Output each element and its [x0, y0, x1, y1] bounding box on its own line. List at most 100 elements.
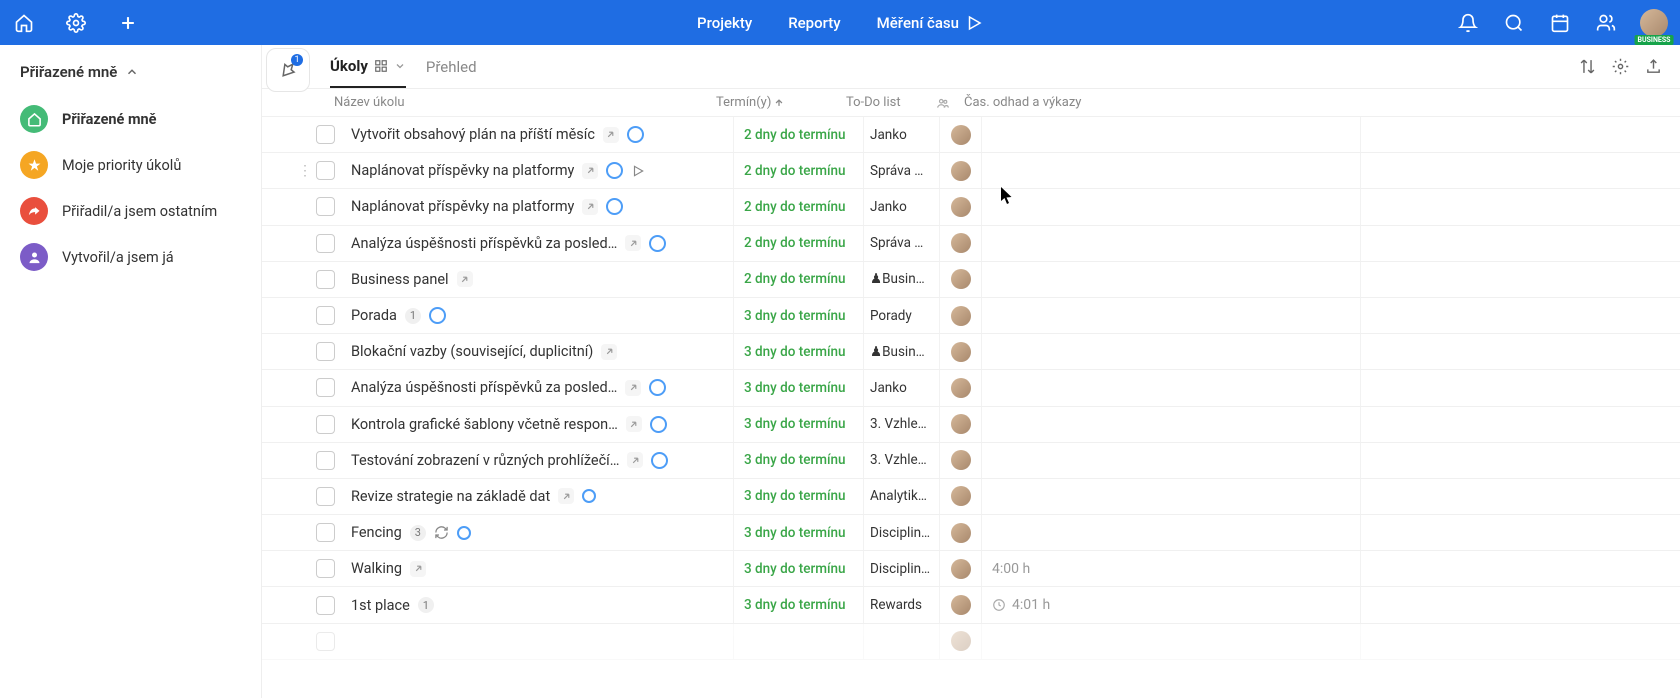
- search-icon[interactable]: [1502, 11, 1526, 35]
- task-row[interactable]: ⋮ Blokační vazby (související, duplicitn…: [262, 334, 1680, 370]
- external-link-icon[interactable]: [582, 199, 598, 215]
- task-checkbox[interactable]: [316, 378, 335, 397]
- task-row[interactable]: ⋮ Analýza úspěšnosti příspěvků za posled…: [262, 370, 1680, 406]
- task-assignee[interactable]: [939, 153, 981, 188]
- task-row[interactable]: ⋮ Fencing 3 3 dny do termínu Disciplin…: [262, 515, 1680, 551]
- external-link-icon[interactable]: [626, 416, 642, 432]
- gear-icon[interactable]: [1612, 58, 1629, 75]
- task-checkbox[interactable]: [316, 596, 335, 615]
- task-row[interactable]: ⋮ Walking 3 dny do termínu Disciplin… 4:…: [262, 551, 1680, 587]
- task-todo[interactable]: Porady: [863, 298, 939, 333]
- external-link-icon[interactable]: [558, 488, 574, 504]
- task-name[interactable]: Porada: [351, 307, 397, 324]
- task-row[interactable]: ⋮ 1st place 1 3 dny do termínu Rewards 4…: [262, 587, 1680, 623]
- task-checkbox[interactable]: [316, 161, 335, 180]
- calendar-icon[interactable]: [1548, 11, 1572, 35]
- task-todo[interactable]: Disciplin…: [863, 515, 939, 550]
- task-row[interactable]: ⋮ Naplánovat příspěvky na platformy 2 dn…: [262, 189, 1680, 225]
- play-icon[interactable]: [631, 164, 645, 178]
- task-row[interactable]: ⋮ Naplánovat příspěvky na platformy 2 dn…: [262, 153, 1680, 189]
- export-icon[interactable]: [1645, 58, 1662, 75]
- task-name[interactable]: Analýza úspěšnosti příspěvků za posled…: [351, 379, 617, 396]
- task-todo[interactable]: Janko: [863, 370, 939, 405]
- task-name[interactable]: Naplánovat příspěvky na platformy: [351, 198, 574, 215]
- task-name[interactable]: Kontrola grafické šablony včetně respon…: [351, 416, 618, 433]
- task-name[interactable]: Business panel: [351, 271, 449, 288]
- task-row[interactable]: ⋮ Kontrola grafické šablony včetně respo…: [262, 407, 1680, 443]
- task-row[interactable]: ⋮ Vytvořit obsahový plán na příští měsíc…: [262, 117, 1680, 153]
- external-link-icon[interactable]: [603, 127, 619, 143]
- external-link-icon[interactable]: [627, 452, 643, 468]
- sidebar-item-delegated[interactable]: Přiřadil/a jsem ostatním: [20, 197, 241, 225]
- task-assignee[interactable]: [939, 117, 981, 152]
- task-row[interactable]: ⋮ Business panel 2 dny do termínu ♟Busin…: [262, 262, 1680, 298]
- task-todo[interactable]: 3. Vzhle…: [863, 407, 939, 442]
- task-assignee[interactable]: [939, 479, 981, 514]
- col-header-time[interactable]: Čas. odhad a výkazy: [964, 95, 1680, 110]
- task-name[interactable]: Naplánovat příspěvky na platformy: [351, 162, 574, 179]
- task-todo[interactable]: Rewards: [863, 587, 939, 622]
- sidebar-item-assigned[interactable]: Přiřazené mně: [20, 105, 241, 133]
- col-header-todo[interactable]: To-Do list: [846, 95, 922, 110]
- task-todo[interactable]: Správa …: [863, 226, 939, 261]
- task-todo[interactable]: ♟Busin…: [863, 262, 939, 297]
- external-link-icon[interactable]: [457, 271, 473, 287]
- task-todo[interactable]: Janko: [863, 117, 939, 152]
- task-assignee[interactable]: [939, 407, 981, 442]
- task-checkbox[interactable]: [316, 415, 335, 434]
- task-checkbox[interactable]: [316, 125, 335, 144]
- task-todo[interactable]: Správa …: [863, 153, 939, 188]
- pin-tab[interactable]: 1: [266, 48, 310, 92]
- task-checkbox[interactable]: [316, 559, 335, 578]
- task-assignee[interactable]: [939, 587, 981, 622]
- task-assignee[interactable]: [939, 189, 981, 224]
- task-name[interactable]: 1st place: [351, 597, 410, 614]
- sidebar-title[interactable]: Přiřazené mně: [20, 63, 241, 81]
- task-row[interactable]: ⋮ Testování zobrazení v různých prohlíže…: [262, 443, 1680, 479]
- task-checkbox[interactable]: [316, 632, 335, 651]
- task-checkbox[interactable]: [316, 523, 335, 542]
- task-assignee[interactable]: [939, 515, 981, 550]
- task-todo[interactable]: Disciplin…: [863, 551, 939, 586]
- task-todo[interactable]: 3. Vzhle…: [863, 443, 939, 478]
- refresh-icon[interactable]: [434, 525, 449, 540]
- task-checkbox[interactable]: [316, 270, 335, 289]
- task-todo[interactable]: [863, 624, 939, 659]
- task-name[interactable]: Vytvořit obsahový plán na příští měsíc: [351, 126, 595, 143]
- task-todo[interactable]: ♟Busin…: [863, 334, 939, 369]
- task-checkbox[interactable]: [316, 306, 335, 325]
- task-name[interactable]: Walking: [351, 560, 402, 577]
- task-assignee[interactable]: [939, 551, 981, 586]
- sidebar-item-created[interactable]: Vytvořil/a jsem já: [20, 243, 241, 271]
- task-row[interactable]: ⋮ Porada 1 3 dny do termínu Porady: [262, 298, 1680, 334]
- task-todo[interactable]: Analytik…: [863, 479, 939, 514]
- col-header-term[interactable]: Termín(y): [716, 95, 846, 110]
- home-icon[interactable]: [12, 11, 36, 35]
- task-name[interactable]: Revize strategie na základě dat: [351, 488, 550, 505]
- task-assignee[interactable]: [939, 298, 981, 333]
- drag-handle-icon[interactable]: ⋮: [298, 163, 316, 179]
- tab-ukoly[interactable]: Úkoly: [330, 45, 406, 88]
- sort-icon[interactable]: [1579, 58, 1596, 75]
- external-link-icon[interactable]: [625, 380, 641, 396]
- nav-cas[interactable]: Měření času: [877, 14, 983, 32]
- task-assignee[interactable]: [939, 226, 981, 261]
- settings-icon[interactable]: [64, 11, 88, 35]
- nav-projekty[interactable]: Projekty: [697, 14, 752, 32]
- user-avatar[interactable]: BUSINESS: [1640, 9, 1668, 37]
- external-link-icon[interactable]: [625, 235, 641, 251]
- sidebar-item-priorities[interactable]: Moje priority úkolů: [20, 151, 241, 179]
- external-link-icon[interactable]: [601, 344, 617, 360]
- task-assignee[interactable]: [939, 443, 981, 478]
- external-link-icon[interactable]: [582, 163, 598, 179]
- task-assignee[interactable]: [939, 262, 981, 297]
- task-row[interactable]: ⋮: [262, 624, 1680, 660]
- task-checkbox[interactable]: [316, 197, 335, 216]
- task-name[interactable]: Fencing: [351, 524, 402, 541]
- task-checkbox[interactable]: [316, 487, 335, 506]
- task-todo[interactable]: Janko: [863, 189, 939, 224]
- task-checkbox[interactable]: [316, 342, 335, 361]
- task-checkbox[interactable]: [316, 234, 335, 253]
- task-assignee[interactable]: [939, 334, 981, 369]
- col-header-assignee[interactable]: [922, 96, 964, 110]
